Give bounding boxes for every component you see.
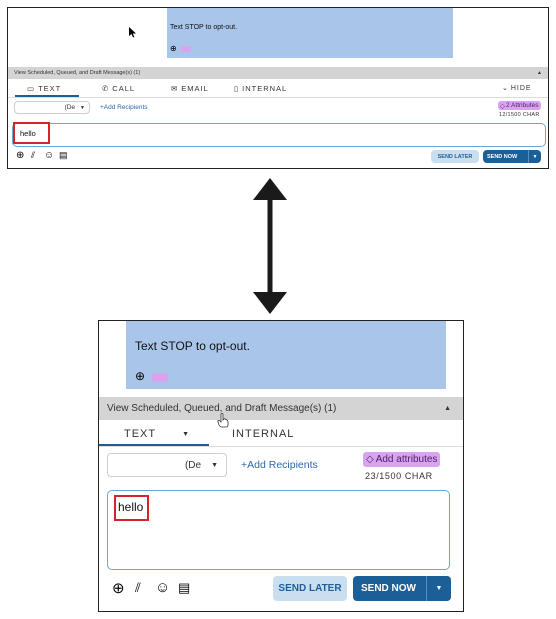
mail-icon: ✉ (171, 83, 179, 93)
attributes-chip[interactable]: ◇ 2 Attributes (498, 101, 541, 110)
hide-button[interactable]: ⌄ HIDE (502, 83, 532, 93)
globe-icon[interactable]: ⊕ (16, 150, 24, 161)
tab-text-label: TEXT (38, 83, 62, 93)
add-attributes-chip[interactable]: ◇ Add attributes (363, 452, 441, 467)
hand-cursor-icon (217, 413, 229, 428)
attributes-label: 2 Attributes (506, 102, 539, 109)
chevron-down-icon: ▼ (211, 461, 218, 469)
double-arrow-icon (253, 178, 287, 314)
add-recipients-link[interactable]: +Add Recipients (100, 104, 148, 111)
emoji-icon[interactable]: ☺ (44, 150, 54, 161)
char-count: 12/1500 CHAR (499, 112, 540, 118)
compose-panel-before: Text STOP to opt-out. ⊕ View Scheduled, … (7, 7, 549, 169)
globe-icon: ⊕ (170, 44, 177, 53)
from-select[interactable]: (De ▼ (14, 101, 90, 114)
tab-divider (8, 97, 548, 98)
template-icon[interactable]: ▤ (59, 150, 68, 161)
send-later-button[interactable]: SEND LATER (431, 150, 479, 163)
chevron-down-icon: ⌄ (502, 85, 509, 92)
compose-panel-after: Text STOP to opt-out. ⊕ View Scheduled, … (98, 320, 464, 612)
paperclip-icon[interactable]: ⫽ (31, 150, 35, 161)
chat-icon: ▭ (27, 83, 36, 93)
tag-icon: ◇ (366, 454, 374, 465)
chevron-down-icon[interactable]: ▼ (182, 431, 190, 438)
template-icon[interactable]: ▤ (178, 580, 190, 596)
tab-text[interactable]: TEXT ▼ (124, 426, 190, 442)
tab-internal[interactable]: ▯ INTERNAL (234, 83, 287, 93)
emoji-icon[interactable]: ☺ (155, 579, 170, 596)
tag-icon (152, 373, 168, 382)
message-text: hello (118, 500, 144, 514)
tab-call-label: CALL (112, 83, 136, 93)
from-select[interactable]: (De ▼ (107, 453, 227, 477)
phone-icon: ✆ (102, 83, 110, 93)
scheduled-messages-bar[interactable]: View Scheduled, Queued, and Draft Messag… (8, 67, 548, 79)
tab-divider (99, 446, 463, 447)
char-count: 23/1500 CHAR (365, 471, 433, 481)
tab-internal-label: INTERNAL (232, 428, 295, 440)
bubble-text: Text STOP to opt-out. (170, 24, 238, 31)
chevron-down-icon: ▼ (80, 104, 85, 111)
send-now-button[interactable]: SEND NOW ▼ (483, 150, 541, 163)
tab-email-label: EMAIL (181, 83, 209, 93)
message-text: hello (20, 129, 36, 138)
send-now-label: SEND NOW (361, 583, 416, 594)
tag-icon (181, 46, 191, 52)
hide-label: HIDE (510, 84, 532, 92)
paperclip-icon[interactable]: ⫽ (135, 580, 141, 596)
globe-icon[interactable]: ⊕ (112, 579, 125, 597)
send-later-button[interactable]: SEND LATER (273, 576, 347, 601)
tag-icon: ◇ (500, 102, 505, 110)
bubble-text: Text STOP to opt-out. (135, 339, 250, 353)
note-icon: ▯ (234, 83, 240, 93)
tab-internal-label: INTERNAL (242, 83, 288, 93)
send-options-caret-icon[interactable]: ▼ (426, 576, 451, 601)
tab-internal[interactable]: INTERNAL (232, 426, 294, 442)
add-recipients-link[interactable]: +Add Recipients (241, 459, 318, 471)
mouse-pointer-icon (129, 27, 136, 38)
send-now-button[interactable]: SEND NOW ▼ (353, 576, 451, 601)
scheduled-messages-bar[interactable]: View Scheduled, Queued, and Draft Messag… (99, 397, 463, 420)
globe-icon: ⊕ (135, 369, 146, 383)
attributes-label: Add attributes (375, 454, 438, 465)
send-now-label: SEND NOW (487, 153, 518, 160)
tab-email[interactable]: ✉ EMAIL (171, 83, 209, 93)
tab-text-label: TEXT (124, 428, 157, 440)
collapse-caret-icon[interactable]: ▲ (537, 67, 542, 79)
message-bubble: Text STOP to opt-out. ⊕ (167, 8, 453, 58)
message-input[interactable] (107, 490, 450, 570)
scheduled-messages-label: View Scheduled, Queued, and Draft Messag… (14, 70, 141, 76)
send-options-caret-icon[interactable]: ▼ (528, 150, 541, 163)
collapse-caret-icon[interactable]: ▲ (444, 397, 451, 420)
message-input[interactable] (12, 123, 546, 147)
tab-call[interactable]: ✆ CALL (102, 83, 135, 93)
tab-text[interactable]: ▭ TEXT (27, 83, 61, 93)
from-select-value: (De (184, 459, 202, 471)
message-bubble: Text STOP to opt-out. ⊕ (126, 321, 446, 389)
from-select-value: (De (64, 104, 76, 111)
